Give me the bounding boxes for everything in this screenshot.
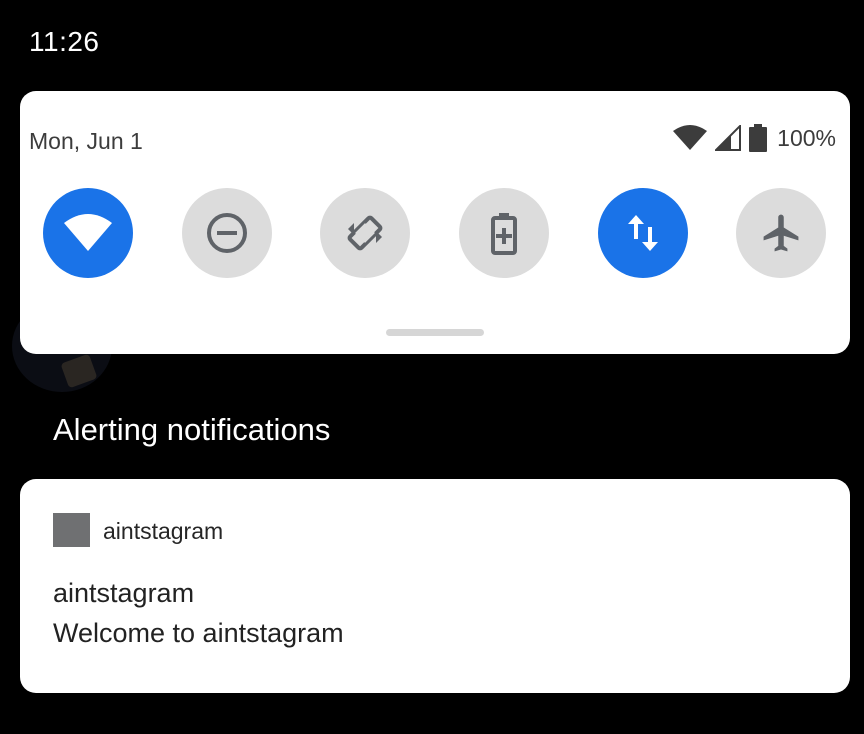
airplane-icon xyxy=(763,214,799,252)
status-bar-time: 11:26 xyxy=(29,26,100,57)
mobile-data-icon xyxy=(628,215,658,251)
battery-percentage: 100% xyxy=(777,124,836,151)
wifi-signal-icon xyxy=(673,125,708,150)
mobile-data-tile[interactable] xyxy=(598,188,688,278)
do-not-disturb-icon xyxy=(207,213,247,253)
auto-rotate-icon xyxy=(347,215,383,251)
wifi-tile[interactable] xyxy=(43,188,133,278)
auto-rotate-tile[interactable] xyxy=(320,188,410,278)
notification-text: Welcome to aintstagram xyxy=(53,618,344,648)
notification-app-name: aintstagram xyxy=(103,518,224,544)
airplane-mode-tile[interactable] xyxy=(736,188,826,278)
panel-drag-handle[interactable] xyxy=(386,329,484,336)
quick-settings-date[interactable]: Mon, Jun 1 xyxy=(29,128,143,155)
quick-settings-panel: Mon, Jun 1 100% xyxy=(20,91,850,354)
battery-saver-tile[interactable] xyxy=(459,188,549,278)
cell-signal-icon xyxy=(715,125,742,151)
battery-icon xyxy=(749,124,768,152)
do-not-disturb-tile[interactable] xyxy=(182,188,272,278)
battery-saver-icon xyxy=(491,213,517,255)
app-icon xyxy=(53,513,90,547)
notification-card[interactable]: aintstagram aintstagram Welcome to aints… xyxy=(20,479,850,693)
status-icons: 100% xyxy=(673,124,836,152)
section-title-alerting: Alerting notifications xyxy=(53,412,331,447)
wifi-icon xyxy=(64,214,112,251)
notification-title: aintstagram xyxy=(53,578,195,608)
